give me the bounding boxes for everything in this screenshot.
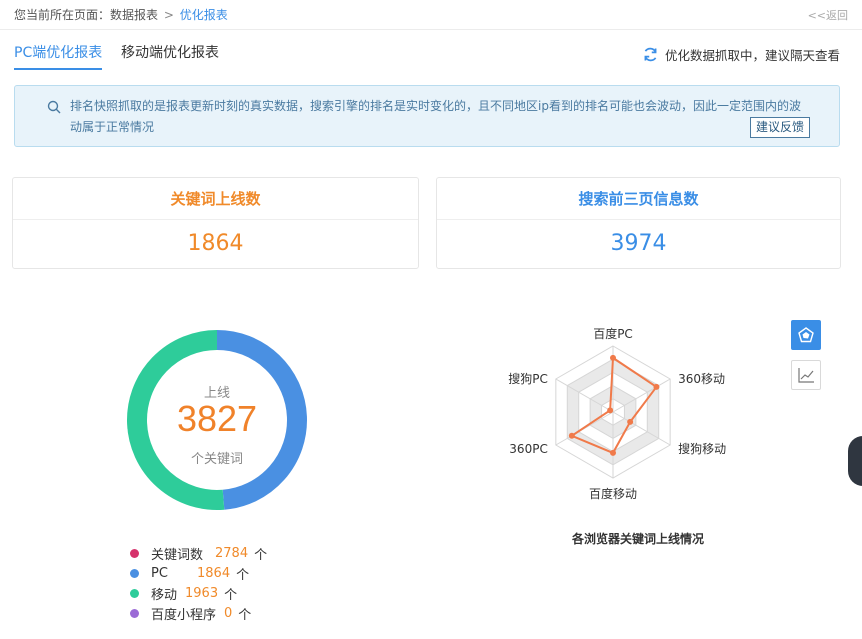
- stat-card-title: 搜索前三页信息数: [437, 178, 840, 220]
- legend-item[interactable]: 移动 1963 个: [130, 583, 267, 603]
- legend-item[interactable]: 百度小程序 0 个: [130, 603, 267, 623]
- radar-indicator-label: 360PC: [509, 442, 548, 456]
- legend-dot: [130, 608, 139, 618]
- legend-value: 1864: [197, 565, 231, 581]
- stat-card-top3-pages: 搜索前三页信息数 3974: [436, 177, 841, 269]
- legend-dot: [130, 588, 139, 598]
- legend-dot: [130, 548, 139, 558]
- tab-mobile-report[interactable]: 移动端优化报表: [121, 42, 219, 68]
- breadcrumb-current: 优化报表: [179, 8, 228, 22]
- legend-value: 0: [224, 605, 233, 621]
- radar-point-4[interactable]: [568, 432, 575, 439]
- legend-unit: 个: [238, 607, 252, 623]
- stat-card-value: 1864: [187, 231, 244, 256]
- legend-name: 关键词数: [151, 547, 204, 563]
- radar-indicator-label: 搜狗PC: [508, 371, 548, 386]
- legend-unit: 个: [254, 547, 268, 563]
- legend-value: 1963: [185, 585, 219, 601]
- legend-name: 移动: [151, 587, 178, 603]
- legend-item[interactable]: 关键词数 2784 个: [130, 543, 267, 563]
- radar-point-0[interactable]: [610, 354, 616, 361]
- legend-name: PC: [151, 565, 168, 581]
- sync-status-text: 优化数据抓取中，建议隔天查看: [664, 48, 840, 63]
- radar-indicator-label: 360移动: [678, 372, 725, 386]
- sync-status: 优化数据抓取中，建议隔天查看: [642, 45, 840, 64]
- tab-pc-report[interactable]: PC端优化报表: [14, 42, 103, 70]
- floating-side-widget[interactable]: [848, 436, 862, 486]
- legend-dot: [130, 568, 139, 578]
- legend-name: 百度小程序: [151, 607, 217, 623]
- legend-unit: 个: [236, 567, 250, 583]
- stat-card-value: 3974: [610, 231, 667, 256]
- radar-point-1[interactable]: [653, 383, 660, 390]
- donut-label-bottom: 个关键词: [190, 452, 243, 467]
- feedback-button[interactable]: 建议反馈: [750, 117, 811, 138]
- radar-indicator-label: 百度移动: [589, 486, 637, 501]
- search-icon: [47, 100, 61, 114]
- header-divider: [0, 29, 862, 30]
- radar-chart: 百度PC 360移动搜狗移动百度移动 360PC 搜狗PC: [508, 326, 726, 501]
- breadcrumb: 您当前所在页面：数据报表 > 优化报表: [14, 6, 228, 23]
- legend-unit: 个: [224, 587, 238, 603]
- radar-chart-icon: [798, 327, 814, 343]
- radar-point-2[interactable]: [627, 418, 634, 425]
- legend-value: 2784: [215, 545, 249, 561]
- line-view-button[interactable]: [791, 360, 821, 390]
- line-chart-icon: [798, 368, 814, 383]
- radar-point-5[interactable]: [607, 407, 614, 414]
- donut-value: 3827: [176, 398, 258, 439]
- breadcrumb-parent[interactable]: 数据报表: [110, 8, 158, 22]
- refresh-icon[interactable]: [642, 46, 659, 63]
- radar-point-3[interactable]: [610, 449, 616, 456]
- stat-card-keywords-online: 关键词上线数 1864: [12, 177, 419, 269]
- stat-card-title: 关键词上线数: [13, 178, 418, 220]
- radar-indicator-label: 搜狗移动: [678, 441, 726, 456]
- radar-indicator-label: 百度PC: [593, 326, 633, 341]
- notice-text: 排名快照抓取的是报表更新时刻的真实数据，搜索引擎的排名是实时变化的，且不同地区i…: [70, 99, 801, 134]
- donut-legend: 关键词数 2784 个 PC 1864 个 移动 1963 个 百度小程序 0 …: [130, 543, 267, 623]
- legend-item[interactable]: PC 1864 个: [130, 563, 267, 583]
- radar-chart-title: 各浏览器关键词上线情况: [572, 532, 705, 546]
- donut-center: 上线 3827 个关键词: [125, 328, 309, 512]
- radar-view-button[interactable]: [791, 320, 821, 350]
- back-link[interactable]: <<返回: [808, 7, 848, 23]
- breadcrumb-separator: >: [163, 8, 174, 22]
- breadcrumb-prefix: 您当前所在页面：: [14, 8, 111, 22]
- notice-banner: 排名快照抓取的是报表更新时刻的真实数据，搜索引擎的排名是实时变化的，且不同地区i…: [14, 85, 840, 147]
